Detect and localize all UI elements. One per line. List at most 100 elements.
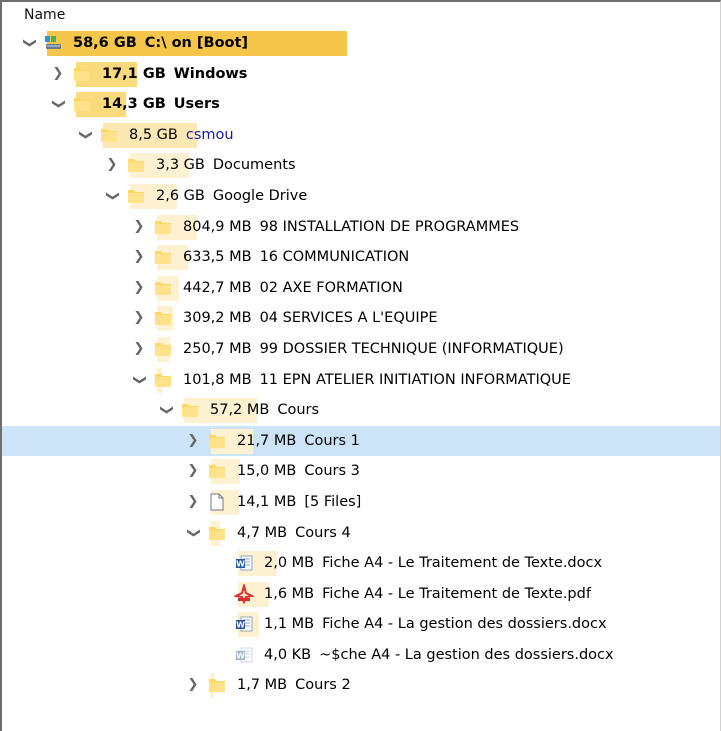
- folder-icon: [153, 370, 173, 390]
- folder-tree: ❯ 58,6 GB C:\ on [Boot] ❯ 17,1 GB Windows ❯ 14,…: [2, 28, 720, 701]
- item-size: 442,7 MB: [183, 279, 252, 296]
- tree-row[interactable]: ❯ 4,7 MB Cours 4: [2, 518, 720, 549]
- folder-icon: [72, 64, 92, 84]
- item-size: 15,0 MB: [237, 463, 297, 480]
- item-size: 14,1 MB: [237, 493, 297, 510]
- tree-row[interactable]: ❯ 58,6 GB C:\ on [Boot]: [2, 28, 720, 59]
- expand-chevron-icon[interactable]: ❯: [185, 493, 201, 511]
- tree-row[interactable]: 1,6 MB Fiche A4 - Le Traitement de Texte.…: [2, 579, 720, 610]
- tree-row[interactable]: ❯ 2,6 GB Google Drive: [2, 181, 720, 212]
- tree-row[interactable]: ❯ 57,2 MB Cours: [2, 395, 720, 426]
- tree-row[interactable]: ❯ 309,2 MB 04 SERVICES A L'EQUIPE: [2, 303, 720, 334]
- item-size: 804,9 MB: [183, 218, 252, 235]
- item-name: Cours 3: [304, 463, 360, 480]
- tree-row-text: 14,1 MB [5 Files]: [237, 492, 361, 512]
- expand-chevron-icon[interactable]: ❯: [131, 248, 147, 266]
- item-size: 309,2 MB: [183, 310, 252, 327]
- expand-chevron-icon[interactable]: ❯: [185, 462, 201, 480]
- item-name: Fiche A4 - Le Traitement de Texte.pdf: [322, 585, 591, 602]
- folder-icon: [207, 461, 227, 481]
- item-size: 633,5 MB: [183, 249, 252, 266]
- tree-row[interactable]: ❯ 21,7 MB Cours 1: [2, 425, 720, 457]
- tree-row-text: 1,1 MB Fiche A4 - La gestion des dossiers…: [264, 614, 607, 634]
- item-name: Google Drive: [212, 187, 308, 204]
- pdf-icon: [232, 582, 256, 605]
- folder-icon: [207, 523, 227, 543]
- tree-row-text: 58,6 GB C:\ on [Boot]: [73, 33, 248, 53]
- word-icon: W: [234, 614, 254, 634]
- expand-chevron-icon[interactable]: ❯: [131, 279, 147, 297]
- folder-icon: [126, 155, 146, 175]
- expand-chevron-icon[interactable]: ❯: [104, 156, 120, 174]
- tree-row[interactable]: ❯ 633,5 MB 16 COMMUNICATION: [2, 242, 720, 273]
- expand-chevron-icon[interactable]: ❯: [131, 340, 147, 358]
- collapse-chevron-icon[interactable]: ❯: [76, 127, 94, 143]
- tree-row[interactable]: W 1,1 MB Fiche A4 - La gestion des dossier…: [2, 609, 720, 640]
- tree-row[interactable]: ❯ 1,7 MB Cours 2: [2, 670, 720, 701]
- collapse-chevron-icon[interactable]: ❯: [184, 525, 202, 541]
- item-size: 4,7 MB: [237, 524, 288, 541]
- expand-chevron-icon[interactable]: ❯: [131, 309, 147, 327]
- expand-chevron-icon[interactable]: ❯: [185, 432, 201, 450]
- collapse-chevron-icon[interactable]: ❯: [20, 35, 38, 51]
- tree-list-panel: Name ❯ 58,6 GB C:\ on [Boot] ❯ 17,1 GB Window…: [0, 0, 721, 731]
- item-name: Fiche A4 - La gestion des dossiers.docx: [322, 616, 607, 633]
- tree-row-text: 4,7 MB Cours 4: [237, 523, 351, 543]
- item-name: 16 COMMUNICATION: [259, 249, 410, 266]
- tree-row-text: 250,7 MB 99 DOSSIER TECHNIQUE (INFORMATIQ…: [183, 339, 564, 359]
- tree-row-text: 4,0 KB ~$che A4 - La gestion des dossiers…: [264, 645, 614, 665]
- tree-row[interactable]: ❯ 3,3 GB Documents: [2, 150, 720, 181]
- item-name: [5 Files]: [304, 493, 362, 510]
- expand-chevron-icon[interactable]: ❯: [185, 676, 201, 694]
- tree-row[interactable]: ❯ 442,7 MB 02 AXE FORMATION: [2, 273, 720, 304]
- tree-row[interactable]: ❯ 17,1 GB Windows: [2, 59, 720, 90]
- column-header-label: Name: [24, 7, 66, 23]
- tree-row-text: 2,0 MB Fiche A4 - Le Traitement de Texte.…: [264, 553, 602, 573]
- item-size: 3,3 GB: [156, 157, 205, 174]
- collapse-chevron-icon[interactable]: ❯: [130, 372, 148, 388]
- folder-icon: [207, 675, 227, 695]
- item-size: 2,0 MB: [264, 555, 315, 572]
- tree-row[interactable]: ❯ 101,8 MB 11 EPN ATELIER INITIATION INFOR…: [2, 365, 720, 396]
- item-size: 17,1 GB: [102, 65, 166, 82]
- expand-chevron-icon[interactable]: ❯: [50, 65, 66, 83]
- column-header-name[interactable]: Name: [2, 2, 720, 28]
- item-size: 1,7 MB: [237, 677, 288, 694]
- word-icon: W: [234, 553, 254, 573]
- tree-row[interactable]: ❯ 8,5 GB csmou: [2, 120, 720, 151]
- folder-icon: [153, 308, 173, 328]
- item-size: 4,0 KB: [264, 646, 312, 663]
- tree-row-text: 309,2 MB 04 SERVICES A L'EQUIPE: [183, 308, 438, 328]
- item-size: 1,1 MB: [264, 616, 315, 633]
- collapse-chevron-icon[interactable]: ❯: [103, 188, 121, 204]
- tree-row-text: 3,3 GB Documents: [156, 155, 296, 175]
- item-name: 98 INSTALLATION DE PROGRAMMES: [259, 218, 520, 235]
- item-size: 14,3 GB: [102, 96, 166, 113]
- collapse-chevron-icon[interactable]: ❯: [49, 96, 67, 112]
- item-size: 1,6 MB: [264, 585, 315, 602]
- tree-row[interactable]: W 4,0 KB ~$che A4 - La gestion des dossier…: [2, 640, 720, 671]
- svg-text:W: W: [236, 621, 245, 630]
- tree-row[interactable]: ❯ 14,1 MB [5 Files]: [2, 487, 720, 518]
- item-name: Documents: [212, 157, 296, 174]
- tree-row[interactable]: ❯ 250,7 MB 99 DOSSIER TECHNIQUE (INFORMATI…: [2, 334, 720, 365]
- folder-icon: [153, 217, 173, 237]
- tree-row[interactable]: W 2,0 MB Fiche A4 - Le Traitement de Texte…: [2, 548, 720, 579]
- tree-row-text: 8,5 GB csmou: [129, 125, 234, 145]
- tree-row-text: 21,7 MB Cours 1: [237, 431, 360, 451]
- item-name: Fiche A4 - Le Traitement de Texte.docx: [322, 555, 603, 572]
- collapse-chevron-icon[interactable]: ❯: [157, 402, 175, 418]
- tree-row-text: 1,7 MB Cours 2: [237, 675, 351, 695]
- folder-icon: [72, 94, 92, 114]
- tree-row[interactable]: ❯ 14,3 GB Users: [2, 89, 720, 120]
- folder-icon: [126, 186, 146, 206]
- folder-icon: [153, 339, 173, 359]
- tree-row[interactable]: ❯ 15,0 MB Cours 3: [2, 456, 720, 487]
- drive-icon: [43, 33, 63, 53]
- tree-row[interactable]: ❯ 804,9 MB 98 INSTALLATION DE PROGRAMMES: [2, 212, 720, 243]
- expand-chevron-icon[interactable]: ❯: [131, 218, 147, 236]
- folder-icon: [153, 278, 173, 298]
- item-name: Windows: [173, 65, 248, 82]
- item-size: 57,2 MB: [210, 402, 270, 419]
- tree-row-text: 14,3 GB Users: [102, 94, 220, 114]
